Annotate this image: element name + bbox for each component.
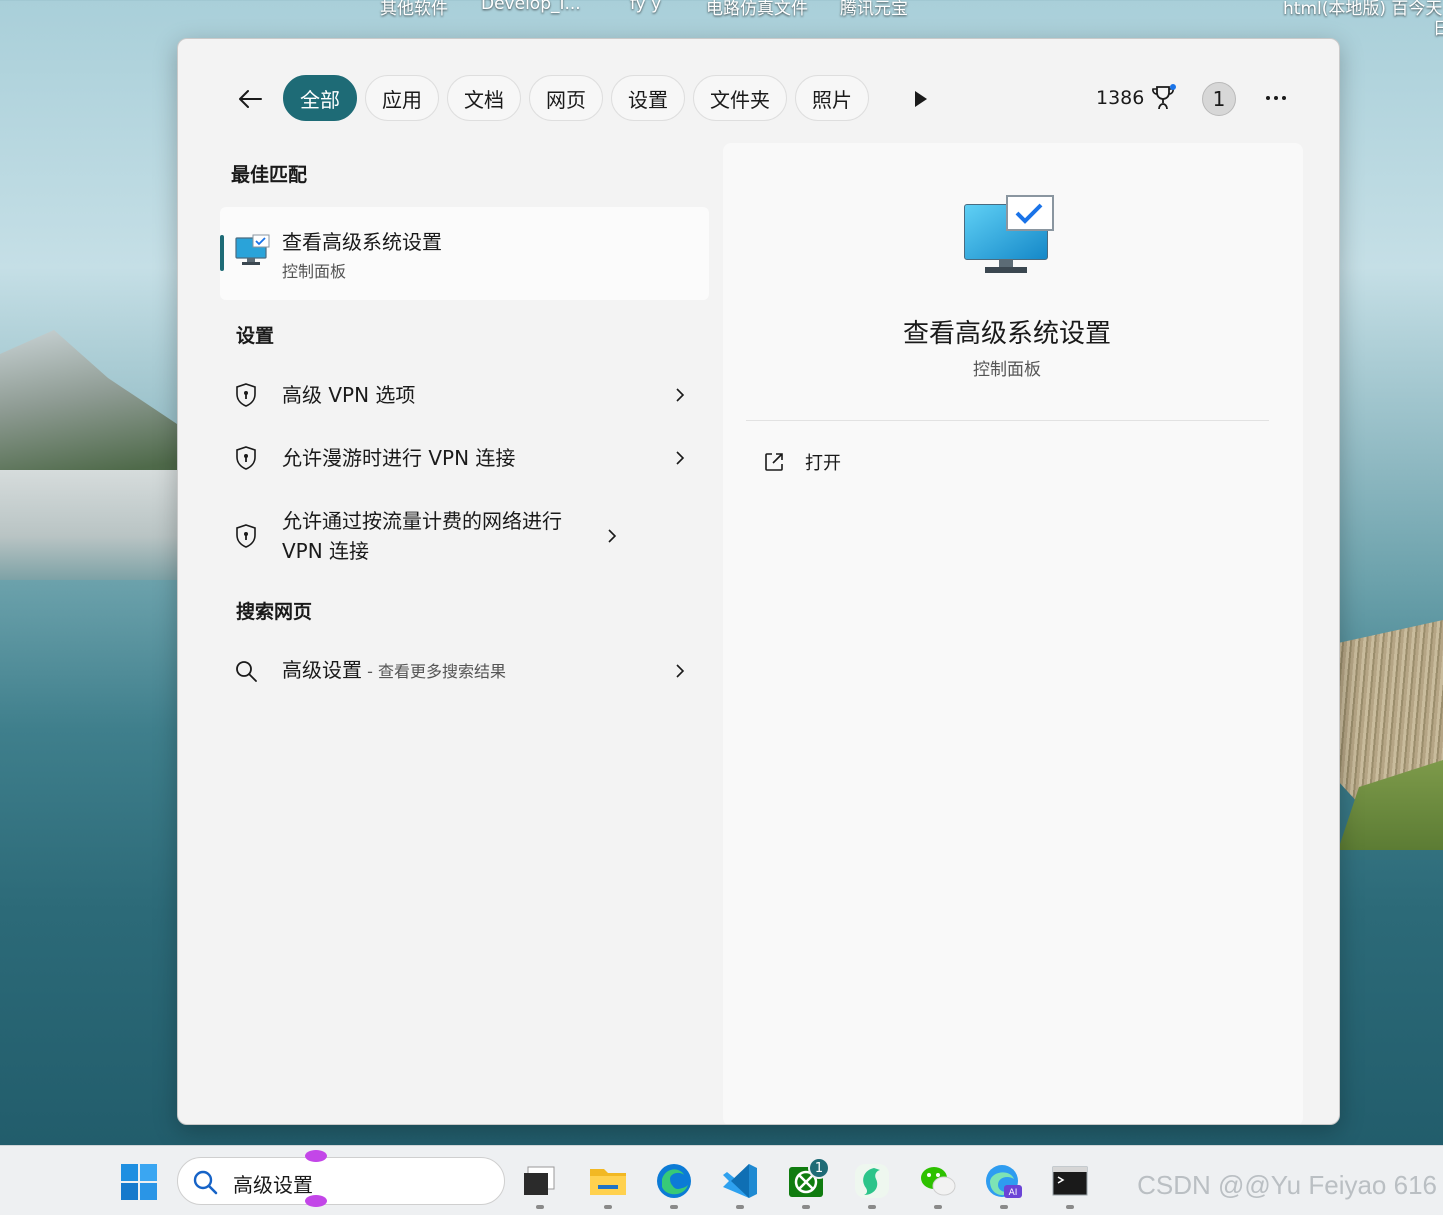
filter-tabs: 全部 应用 文档 网页 设置 文件夹 照片 [283,75,869,121]
task-view-icon [524,1166,555,1195]
open-button[interactable]: 打开 [763,449,841,475]
chevron-right-icon [670,663,690,679]
rewards-points[interactable]: 1386 [1096,87,1144,109]
more-filters-button[interactable] [906,87,936,111]
shield-icon [230,382,262,408]
desktop-icon-label[interactable]: 其他软件 [380,0,448,19]
best-match-item[interactable]: 查看高级系统设置 控制面板 [220,207,709,300]
avatar[interactable]: 1 [1202,82,1236,116]
preview-pane: 查看高级系统设置 控制面板 打开 [723,143,1303,1124]
running-indicator [802,1205,810,1209]
start-button[interactable] [120,1163,158,1201]
system-settings-icon [235,234,271,272]
edge-ai-icon: AI [986,1165,1022,1198]
best-match-subtitle: 控制面板 [282,262,347,281]
selection-indicator [220,235,224,271]
taskbar: 高级设置 1 AI CSDN @@Yu Feiyao 616 [0,1145,1443,1215]
taskbar-search-box[interactable]: 高级设置 [177,1150,505,1207]
search-icon [193,1170,218,1195]
chevron-right-icon [670,450,690,466]
search-icon [230,659,262,683]
rewards-trophy-icon[interactable] [1150,83,1178,113]
task-view-button[interactable] [520,1161,560,1209]
play-icon [915,91,927,107]
wechat-button[interactable] [918,1161,958,1209]
desktop-icon-labels: 其他软件 Develop_I... fy y 电路仿真文件 腾讯元宝 html(… [0,0,1443,39]
system-settings-icon [963,195,1059,283]
settings-heading: 设置 [236,325,275,347]
more-options-button[interactable] [1260,85,1292,111]
terminal-button[interactable] [1050,1161,1090,1209]
vscode-icon [723,1164,757,1198]
tab-web[interactable]: 网页 [529,75,603,121]
web-search-label: 高级设置 - 查看更多搜索结果 [282,655,670,687]
notification-badge: 1 [808,1157,830,1179]
preview-title: 查看高级系统设置 [902,319,1111,349]
divider [746,420,1269,421]
settings-result-item[interactable]: 高级 VPN 选项 [230,379,690,411]
text-caret-handle[interactable] [305,1150,327,1162]
search-panel: 全部 应用 文档 网页 设置 文件夹 照片 1386 1 最佳匹配 查看高级系统… [177,38,1340,1125]
web-search-query: 高级设置 [282,658,362,682]
lingxi-button[interactable] [852,1161,892,1209]
tab-folders[interactable]: 文件夹 [693,75,787,121]
desktop-icon-label[interactable]: 腾讯元宝 [840,0,908,19]
desktop-icon-label[interactable]: html(本地版) 百今天 [1283,0,1442,19]
edge-button[interactable] [654,1161,694,1209]
tab-documents[interactable]: 文档 [447,75,521,121]
running-indicator [1066,1205,1074,1209]
open-label: 打开 [805,453,841,474]
preview-subtitle: 控制面板 [973,360,1041,380]
ellipsis-icon [1266,96,1286,100]
settings-result-label: 允许漫游时进行 VPN 连接 [282,446,516,470]
tab-photos[interactable]: 照片 [795,75,869,121]
back-button[interactable] [230,81,270,117]
watermark: CSDN @@Yu Feiyao 616 [1137,1170,1437,1200]
settings-result-label: 高级 VPN 选项 [282,383,416,407]
running-indicator [536,1205,544,1209]
wechat-icon [921,1167,956,1196]
best-match-title: 查看高级系统设置 [282,230,442,254]
web-search-heading: 搜索网页 [236,601,313,623]
running-indicator [670,1205,678,1209]
running-indicator [868,1205,876,1209]
edge-ai-button[interactable]: AI [984,1161,1024,1209]
running-indicator [736,1205,744,1209]
xbox-button[interactable]: 1 [786,1157,830,1209]
running-indicator [604,1205,612,1209]
best-match-heading: 最佳匹配 [231,164,308,186]
web-search-item[interactable]: 高级设置 - 查看更多搜索结果 [230,655,690,687]
shield-icon [230,445,262,471]
running-indicator [1000,1205,1008,1209]
web-search-hint: - 查看更多搜索结果 [362,662,506,681]
desktop-icon-label[interactable]: 日 [1433,14,1443,39]
settings-result-item[interactable]: 允许通过按流量计费的网络进行 VPN 连接 [230,505,690,567]
lingxi-icon [855,1164,889,1198]
text-caret-handle[interactable] [305,1195,327,1207]
desktop-icon-label[interactable]: 电路仿真文件 [706,0,808,19]
open-external-icon [765,453,783,471]
edge-icon [657,1164,691,1198]
shield-icon [230,523,262,549]
arrow-left-icon [239,90,262,108]
terminal-icon [1052,1166,1088,1196]
chevron-right-icon [670,387,690,403]
file-explorer-button[interactable] [588,1161,628,1209]
desktop-icon-label[interactable]: fy y [630,0,661,14]
folder-icon [590,1169,626,1195]
vscode-button[interactable] [720,1161,760,1209]
svg-text:AI: AI [1009,1188,1018,1198]
tab-all[interactable]: 全部 [283,75,357,121]
windows-logo-icon [121,1164,157,1200]
settings-result-item[interactable]: 允许漫游时进行 VPN 连接 [230,442,690,474]
tab-settings[interactable]: 设置 [611,75,685,121]
settings-result-label: 允许通过按流量计费的网络进行 VPN 连接 [282,509,562,563]
taskbar-search-value: 高级设置 [233,1173,313,1197]
tab-apps[interactable]: 应用 [365,75,439,121]
desktop-shore [0,470,180,580]
running-indicator [934,1205,942,1209]
chevron-right-icon [602,528,622,544]
desktop-icon-label[interactable]: Develop_I... [481,0,581,14]
